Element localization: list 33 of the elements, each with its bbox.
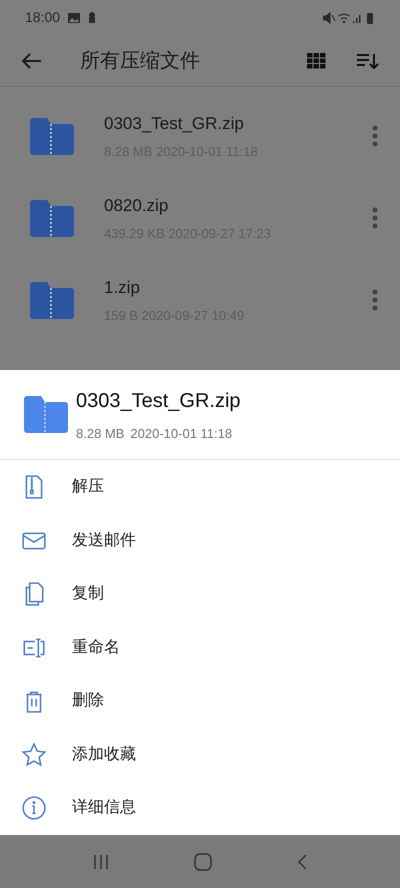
more-icon[interactable] xyxy=(372,289,378,311)
keyhole-icon xyxy=(88,12,96,23)
zipped-folder-icon xyxy=(30,282,74,318)
zipped-folder-icon xyxy=(30,200,74,236)
status-icons xyxy=(323,12,375,24)
sheet-file-date: 2020-10-01 11:18 xyxy=(130,424,232,443)
menu-item[interactable]: 详细信息 xyxy=(0,782,400,834)
info-icon xyxy=(21,795,47,821)
menu-item[interactable]: 添加收藏 xyxy=(0,728,400,781)
recent-apps-icon[interactable] xyxy=(92,854,109,870)
back-arrow-icon xyxy=(22,52,42,68)
image-icon xyxy=(68,12,80,22)
menu-item[interactable]: 重命名 xyxy=(0,621,400,674)
more-icon[interactable] xyxy=(372,207,378,229)
more-icon[interactable] xyxy=(372,125,378,147)
home-icon[interactable] xyxy=(194,852,212,870)
back-icon[interactable] xyxy=(297,854,308,870)
file-name: 0820.zip xyxy=(104,194,170,216)
menu-item[interactable]: 解压 xyxy=(0,460,400,514)
zipped-folder-icon xyxy=(24,396,68,433)
page-title: 所有压缩文件 xyxy=(80,48,200,74)
menu-item[interactable]: 复制 xyxy=(0,568,400,620)
zipped-folder-icon xyxy=(30,118,74,154)
sheet-file-size: 8.28 MB xyxy=(76,424,124,443)
menu-item[interactable]: 发送邮件 xyxy=(0,514,400,567)
menu-item[interactable]: 删除 xyxy=(0,674,400,728)
sheet-file-name: 0303_Test_GR.zip xyxy=(76,388,241,414)
sort-icon xyxy=(357,52,379,68)
grid-icon xyxy=(306,52,326,68)
file-name: 0303_Test_GR.zip xyxy=(104,112,245,134)
star-icon xyxy=(21,742,47,768)
file-name: 1.zip xyxy=(104,276,141,298)
status-time: 18:00 xyxy=(25,8,60,27)
